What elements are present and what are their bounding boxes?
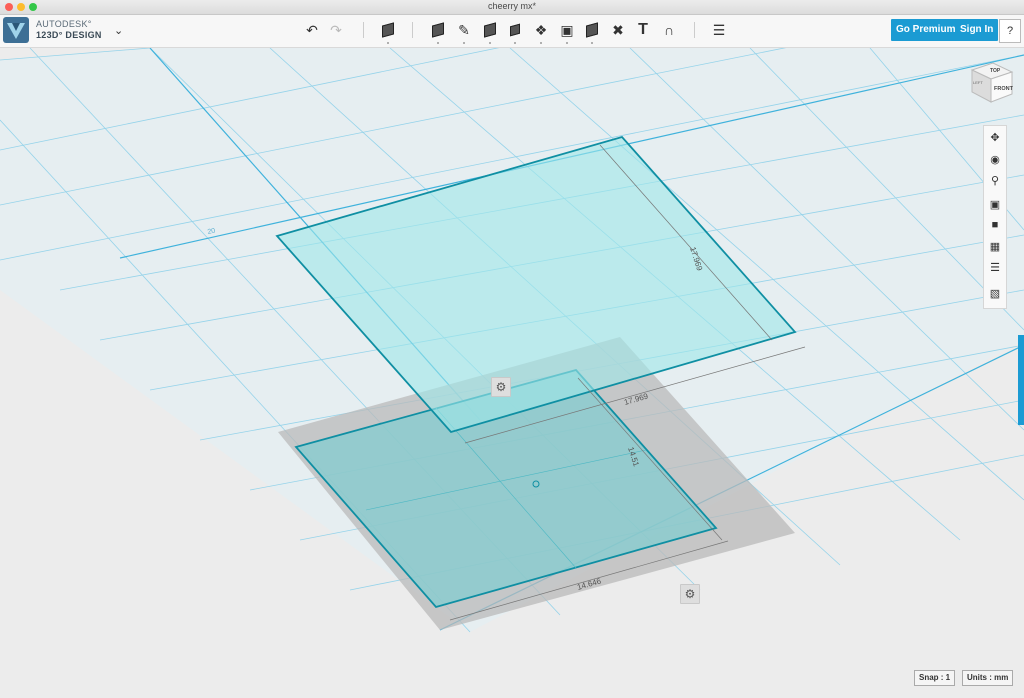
grouping-icon: ▣ bbox=[560, 21, 574, 38]
go-premium-button[interactable]: Go Premium bbox=[891, 19, 961, 41]
redo-icon: ↷ bbox=[330, 21, 342, 38]
window-titlebar: cheerry mx* bbox=[0, 0, 1024, 15]
fit-icon[interactable]: ▣ bbox=[987, 196, 1003, 212]
snap-status[interactable]: Snap : 1 bbox=[914, 670, 956, 686]
main-toolbar: AUTODESK° 123D° DESIGN ⌄ ↶ ↷ ✎ ❖ ▣ ✖ T ∩… bbox=[0, 15, 1024, 48]
construct-icon bbox=[484, 22, 496, 38]
combine-button[interactable] bbox=[582, 19, 602, 44]
brand-company: AUTODESK° bbox=[36, 19, 92, 29]
viewcube-left-face[interactable]: LEFT bbox=[973, 80, 983, 85]
undo-icon: ↶ bbox=[306, 21, 318, 38]
view-cube[interactable]: TOP FRONT LEFT bbox=[966, 60, 1016, 106]
autodesk-logo-icon bbox=[7, 23, 25, 39]
sign-in-button[interactable]: Sign In bbox=[955, 19, 999, 41]
viewcube-front-face[interactable]: FRONT bbox=[994, 86, 1014, 92]
measure-icon: ✖ bbox=[612, 21, 624, 38]
new-object-icon bbox=[382, 22, 394, 38]
app-menu-chevron-icon[interactable]: ⌄ bbox=[114, 24, 123, 37]
upper-sketch-settings-gear-icon[interactable]: ⚙ bbox=[491, 377, 511, 397]
snap-magnet-icon: ∩ bbox=[663, 22, 675, 38]
grouping-button[interactable]: ▣ bbox=[557, 19, 577, 44]
side-panel-toggle[interactable] bbox=[1018, 335, 1024, 425]
toolbar-divider bbox=[694, 22, 695, 38]
units-status[interactable]: Units : mm bbox=[962, 670, 1014, 686]
viewcube-top-face[interactable]: TOP bbox=[990, 68, 1001, 74]
hide-show-icon[interactable]: ☰ bbox=[987, 259, 1003, 275]
combine-icon bbox=[586, 22, 598, 38]
sketch-icon: ✎ bbox=[458, 21, 470, 38]
zoom-icon[interactable]: ⚲ bbox=[987, 172, 1003, 188]
grid-toggle-icon[interactable]: ▧ bbox=[987, 285, 1003, 301]
text-icon: T bbox=[638, 21, 648, 38]
material-stack-icon: ☰ bbox=[712, 21, 726, 38]
primitives-button[interactable] bbox=[428, 19, 448, 44]
orbit-icon[interactable]: ◉ bbox=[987, 151, 1003, 167]
app-logo[interactable] bbox=[3, 17, 29, 43]
viewport-canvas[interactable]: 17.969 17.969 14.51 14.646 20 bbox=[0, 48, 1024, 698]
window-title: cheerry mx* bbox=[487, 1, 536, 11]
modify-icon bbox=[510, 23, 520, 37]
sketch-button[interactable]: ✎ bbox=[454, 19, 474, 44]
navigation-bar: ✥ ◉ ⚲ ▣ ■ ▦ ☰ ▧ bbox=[983, 125, 1007, 309]
snap-button[interactable]: ∩ bbox=[659, 19, 679, 41]
materials-display-icon[interactable]: ▦ bbox=[987, 238, 1003, 254]
lower-sketch-settings-gear-icon[interactable]: ⚙ bbox=[680, 584, 700, 604]
material-button[interactable]: ☰ bbox=[709, 19, 729, 41]
view-mode-icon[interactable]: ■ bbox=[987, 217, 1003, 233]
undo-button[interactable]: ↶ bbox=[302, 19, 322, 41]
pattern-button[interactable]: ❖ bbox=[531, 19, 551, 44]
new-object-button[interactable] bbox=[378, 19, 398, 44]
text-button[interactable]: T bbox=[633, 19, 653, 41]
pan-icon[interactable]: ✥ bbox=[987, 129, 1003, 145]
measure-button[interactable]: ✖ bbox=[608, 19, 628, 41]
toolbar-divider bbox=[412, 22, 413, 38]
pattern-icon: ❖ bbox=[534, 21, 548, 38]
redo-button[interactable]: ↷ bbox=[326, 19, 346, 41]
help-button[interactable]: ? bbox=[999, 19, 1021, 43]
modify-button[interactable] bbox=[505, 19, 525, 44]
brand-product: 123D° DESIGN bbox=[36, 30, 102, 40]
toolbar-divider bbox=[363, 22, 364, 38]
primitives-icon bbox=[432, 22, 444, 38]
construct-button[interactable] bbox=[480, 19, 500, 44]
